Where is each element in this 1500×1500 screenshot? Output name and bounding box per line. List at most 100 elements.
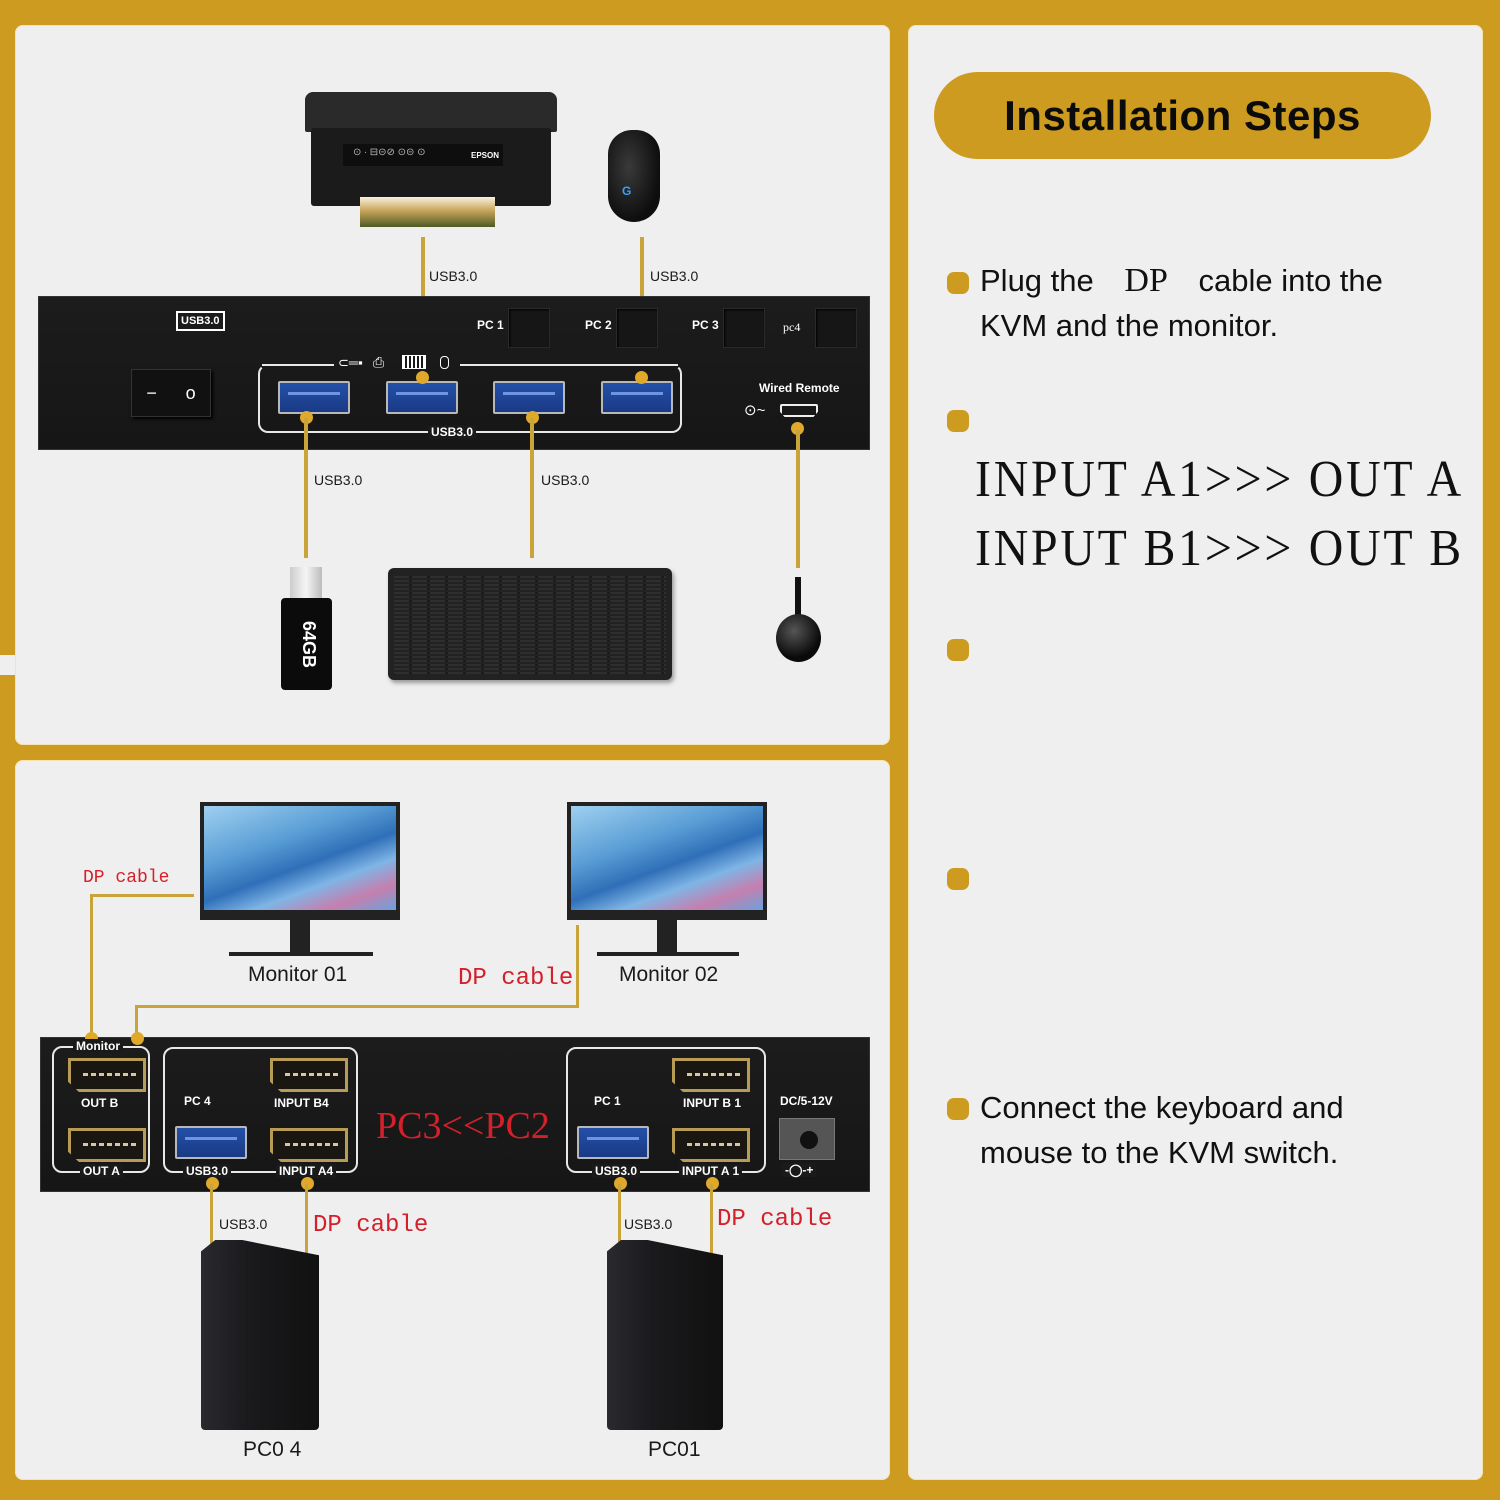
pc4-button[interactable]	[815, 308, 857, 348]
usb-port-2[interactable]	[386, 381, 458, 414]
step5-bullet-icon	[947, 1098, 969, 1120]
printer-brand: EPSON	[471, 151, 500, 160]
wired-remote-label: Wired Remote	[759, 381, 840, 395]
power-label: DC/5-12V	[777, 1094, 836, 1108]
input-b4-label: INPUT B4	[271, 1096, 332, 1110]
pc4-group-label: PC 4	[181, 1094, 214, 1108]
steps-title: Installation Steps	[934, 72, 1431, 159]
pc04-usb-cable	[210, 1184, 213, 1244]
pc04-label: PC0 4	[243, 1438, 302, 1461]
input-a4-label: INPUT A4	[276, 1164, 337, 1178]
pc01-dp-label: DP cable	[717, 1206, 833, 1233]
wired-remote-port[interactable]	[780, 404, 818, 417]
dp-cable-label-monitor2: DP cable	[458, 965, 574, 992]
out-b-port[interactable]	[68, 1058, 146, 1092]
step2-bullet-icon	[947, 410, 969, 432]
monitor-01-stand	[290, 920, 310, 954]
pc2-button[interactable]	[616, 308, 658, 348]
monitor-02-stand	[657, 920, 677, 954]
power-off-symbol: o	[185, 382, 196, 403]
input-a1-label: INPUT A 1	[679, 1164, 743, 1178]
usb-port-3[interactable]	[493, 381, 565, 414]
usb-drive-icon: ⊂═▪	[338, 355, 363, 370]
mouse-image: G	[608, 130, 660, 222]
step3-bullet-icon	[947, 639, 969, 661]
dp-cable-monitor1-v	[90, 894, 93, 1038]
usb-port-4[interactable]	[601, 381, 673, 414]
center-switch-label: PC3<<PC2	[376, 1105, 550, 1147]
keyboard-image	[388, 568, 672, 680]
pc1-usb-port[interactable]	[577, 1126, 649, 1159]
step1-post: cable into the	[1198, 263, 1383, 298]
step5-line2: mouse to the KVM switch.	[980, 1135, 1339, 1170]
pc3-button[interactable]	[723, 308, 765, 348]
usb-group-label: USB3.0	[428, 425, 477, 439]
step1-text: Plug the DP cable into the KVM and the m…	[980, 258, 1460, 348]
pc04-dp-label: DP cable	[313, 1212, 429, 1239]
monitor-02-label: Monitor 02	[619, 963, 719, 986]
connector-dot	[416, 371, 429, 384]
dc-power-jack[interactable]	[779, 1118, 835, 1160]
pc3-label: PC 3	[692, 318, 719, 332]
steps-panel	[908, 25, 1483, 1480]
polarity-symbol: -◯-+	[782, 1163, 817, 1177]
usb-drive-image: 64GB	[281, 598, 332, 690]
usb-drive-cable-label: USB3.0	[314, 472, 363, 488]
step1-bullet-icon	[947, 272, 969, 294]
printed-photo	[360, 197, 495, 227]
pc4-label: pc4	[783, 320, 801, 334]
printer-image: ⊙ ∙ ⊟⊝⊘ ⊙⊝ ⊙ EPSON	[305, 92, 557, 227]
monitor-group-label: Monitor	[73, 1039, 123, 1053]
pc01-usb-cable	[618, 1184, 621, 1244]
mouse-logo-icon: G	[622, 184, 632, 198]
usb-left-label: USB3.0	[183, 1164, 232, 1178]
step2-line2: INPUT B1>>> OUT B	[975, 520, 1464, 577]
usb-port-1[interactable]	[278, 381, 350, 414]
mouse-icon	[440, 356, 449, 369]
pc2-label: PC 2	[585, 318, 612, 332]
input-b4-port[interactable]	[270, 1058, 348, 1092]
pc04-tower-image	[201, 1240, 319, 1430]
pc1-label: PC 1	[477, 318, 504, 332]
power-switch[interactable]: − o	[131, 369, 211, 417]
pc01-dp-cable	[710, 1184, 713, 1264]
monitor-02-image	[567, 802, 767, 920]
step1-line2: KVM and the monitor.	[980, 308, 1279, 343]
remote-cord	[795, 577, 801, 617]
keyboard-cable	[530, 418, 534, 558]
input-b1-port[interactable]	[672, 1058, 750, 1092]
pc04-dp-cable	[305, 1184, 308, 1264]
pc01-tower-image	[607, 1240, 723, 1430]
monitor-01-image	[200, 802, 400, 920]
step1-pre: Plug the	[980, 263, 1094, 298]
pc04-usb-label: USB3.0	[219, 1216, 268, 1232]
dp-cable-monitor1-h	[90, 894, 194, 897]
frame-notch	[0, 655, 15, 675]
step4-bullet-icon	[947, 868, 969, 890]
input-a1-port[interactable]	[672, 1128, 750, 1162]
monitor-02-base	[597, 952, 739, 956]
pc01-usb-label: USB3.0	[624, 1216, 673, 1232]
remote-icon: ⊙~	[744, 402, 766, 419]
input-b1-label: INPUT B 1	[680, 1096, 745, 1110]
connector-dot	[131, 1032, 144, 1045]
dp-cable-monitor2-v	[576, 925, 579, 1008]
monitor-01-base	[229, 952, 373, 956]
pc01-label: PC01	[648, 1438, 701, 1461]
usb-drive-connector	[290, 567, 322, 600]
group-top-line-left	[262, 364, 334, 366]
step1-dp: DP	[1124, 262, 1168, 299]
dp-cable-label-monitor1: DP cable	[83, 868, 170, 888]
out-a-port[interactable]	[68, 1128, 146, 1162]
input-a4-port[interactable]	[270, 1128, 348, 1162]
dp-cable-monitor2-h	[135, 1005, 579, 1008]
printer-cable-label: USB3.0	[429, 268, 478, 284]
power-on-symbol: −	[146, 382, 157, 403]
usb-drive-capacity: 64GB	[299, 620, 320, 669]
connector-dot	[635, 371, 648, 384]
pc1-button[interactable]	[508, 308, 550, 348]
keyboard-cable-label: USB3.0	[541, 472, 590, 488]
usb3-badge: USB3.0	[176, 311, 225, 331]
wired-remote-image	[776, 614, 821, 662]
pc4-usb-port[interactable]	[175, 1126, 247, 1159]
